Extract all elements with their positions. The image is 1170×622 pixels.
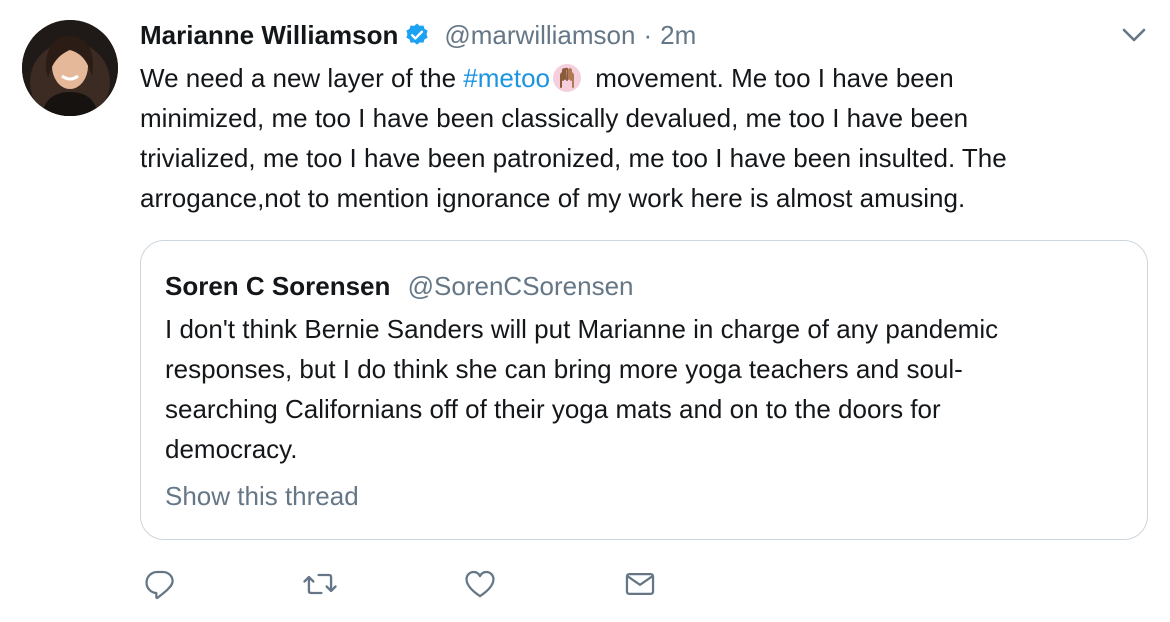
quoted-tweet-text: I don't think Bernie Sanders will put Ma… xyxy=(165,309,1125,469)
verified-badge-icon xyxy=(404,22,430,48)
show-thread-link[interactable]: Show this thread xyxy=(165,481,359,512)
author-handle[interactable]: @marwilliamson xyxy=(444,20,635,51)
tweet-text-segment: We need a new layer of the xyxy=(140,63,464,93)
quoted-text-line: searching Californians off of their yoga… xyxy=(165,394,941,424)
header-separator: · xyxy=(643,19,653,50)
like-button[interactable] xyxy=(458,562,502,606)
tweet-text-line: minimized, me too I have been classicall… xyxy=(140,103,969,133)
tweet-text-segment: movement. Me too I have been xyxy=(588,63,954,93)
quoted-tweet-header: Soren C Sorensen @SorenCSorensen xyxy=(165,271,634,302)
retweet-button[interactable] xyxy=(298,562,342,606)
tweet-text-line: arrogance,not to mention ignorance of my… xyxy=(140,183,966,213)
quoted-author-display-name: Soren C Sorensen xyxy=(165,271,391,301)
author-display-name[interactable]: Marianne Williamson xyxy=(140,20,398,51)
quoted-text-line: I don't think Bernie Sanders will put Ma… xyxy=(165,314,999,344)
hashtag-link[interactable]: #metoo xyxy=(463,63,550,93)
chevron-down-icon[interactable] xyxy=(1120,24,1148,46)
reply-button[interactable] xyxy=(138,562,182,606)
tweet-text-line: We need a new layer of the #metoo moveme… xyxy=(140,58,1140,98)
heart-icon xyxy=(465,570,495,598)
tweet-actions xyxy=(0,562,1170,606)
tweet-text-line: trivialized, me too I have been patroniz… xyxy=(140,143,1007,173)
retweet-icon xyxy=(303,573,337,595)
direct-message-button[interactable] xyxy=(618,562,662,606)
tweet: Marianne Williamson @marwilliamson · 2m … xyxy=(0,0,1170,622)
tweet-text: We need a new layer of the #metoo moveme… xyxy=(140,58,1140,218)
quoted-author-handle: @SorenCSorensen xyxy=(407,271,634,301)
tweet-timestamp[interactable]: 2m xyxy=(660,20,696,51)
tweet-header: Marianne Williamson @marwilliamson · 2m xyxy=(140,18,696,52)
reply-icon xyxy=(145,570,174,600)
raised-hands-emoji-icon xyxy=(552,63,582,93)
avatar[interactable] xyxy=(22,20,118,116)
quoted-text-line: democracy. xyxy=(165,434,298,464)
quoted-tweet-card[interactable]: Soren C Sorensen @SorenCSorensen I don't… xyxy=(140,240,1148,540)
avatar-image xyxy=(22,20,118,116)
quoted-text-line: responses, but I do think she can bring … xyxy=(165,354,963,384)
envelope-icon xyxy=(625,572,655,596)
